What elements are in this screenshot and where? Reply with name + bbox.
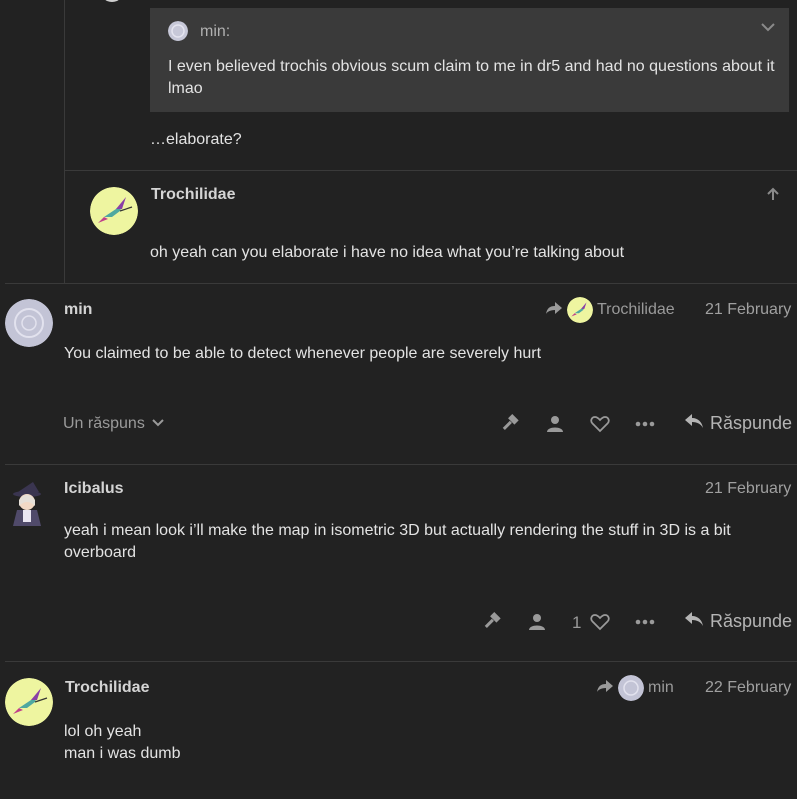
reply-button[interactable]: Răspunde <box>684 611 792 632</box>
reply-to-name: Trochilidae <box>597 301 675 318</box>
reply-to-name: min <box>648 679 674 696</box>
quote-text: I even believed trochis obvious scum cla… <box>168 58 775 97</box>
chevron-down-icon[interactable] <box>760 20 776 38</box>
arrow-up-icon[interactable] <box>765 186 781 207</box>
reply-to[interactable]: Trochilidae <box>545 297 675 323</box>
user-icon[interactable] <box>527 612 547 632</box>
quote-block: min: I even believed trochis obvious scu… <box>150 8 789 112</box>
avatar <box>567 297 593 323</box>
post-text-line: lol oh yeah <box>64 723 142 740</box>
avatar[interactable] <box>5 299 53 347</box>
replies-count-label: Un răspuns <box>63 415 145 432</box>
post-date[interactable]: 21 February <box>705 301 791 319</box>
divider <box>5 661 797 662</box>
divider <box>5 464 797 465</box>
heart-icon[interactable] <box>590 414 610 434</box>
avatar <box>168 21 188 41</box>
avatar <box>100 0 124 2</box>
hammer-icon[interactable] <box>500 414 520 434</box>
like-count[interactable]: 1 <box>572 613 581 633</box>
reply-label: Răspunde <box>710 611 793 631</box>
post-text: yeah i mean look i’ll make the map in is… <box>64 522 731 561</box>
reply-button[interactable]: Răspunde <box>684 413 792 434</box>
post-text: …elaborate? <box>150 131 242 148</box>
reply-icon <box>684 413 704 434</box>
reply-icon <box>684 611 704 632</box>
post-author[interactable]: Icibalus <box>64 480 124 498</box>
post-text: You claimed to be able to detect wheneve… <box>64 345 542 362</box>
post-text: oh yeah can you elaborate i have no idea… <box>150 244 625 261</box>
divider <box>5 283 797 284</box>
reply-arrow-icon <box>596 679 614 698</box>
reply-label: Răspunde <box>710 413 793 433</box>
more-icon[interactable] <box>635 612 655 632</box>
heart-icon[interactable] <box>590 612 610 632</box>
post-author[interactable]: min <box>64 301 92 319</box>
replies-toggle[interactable]: Un răspuns <box>63 415 165 433</box>
reply-arrow-icon <box>545 301 563 320</box>
hammer-icon[interactable] <box>482 612 502 632</box>
post-author[interactable]: Trochilidae <box>151 186 235 204</box>
post-text-line: man i was dumb <box>64 745 181 762</box>
divider <box>64 170 797 171</box>
reply-to[interactable]: min <box>596 675 674 701</box>
thread-line <box>64 0 65 283</box>
more-icon[interactable] <box>635 414 655 434</box>
avatar[interactable] <box>5 480 53 528</box>
post-date[interactable]: 22 February <box>705 679 791 697</box>
post-author[interactable]: Trochilidae <box>65 679 149 697</box>
avatar[interactable] <box>90 187 138 235</box>
quote-author: min: <box>200 23 231 40</box>
avatar[interactable] <box>5 678 53 726</box>
user-icon[interactable] <box>545 414 565 434</box>
post-date[interactable]: 21 February <box>705 480 791 498</box>
chevron-down-icon <box>151 415 165 433</box>
avatar <box>618 675 644 701</box>
